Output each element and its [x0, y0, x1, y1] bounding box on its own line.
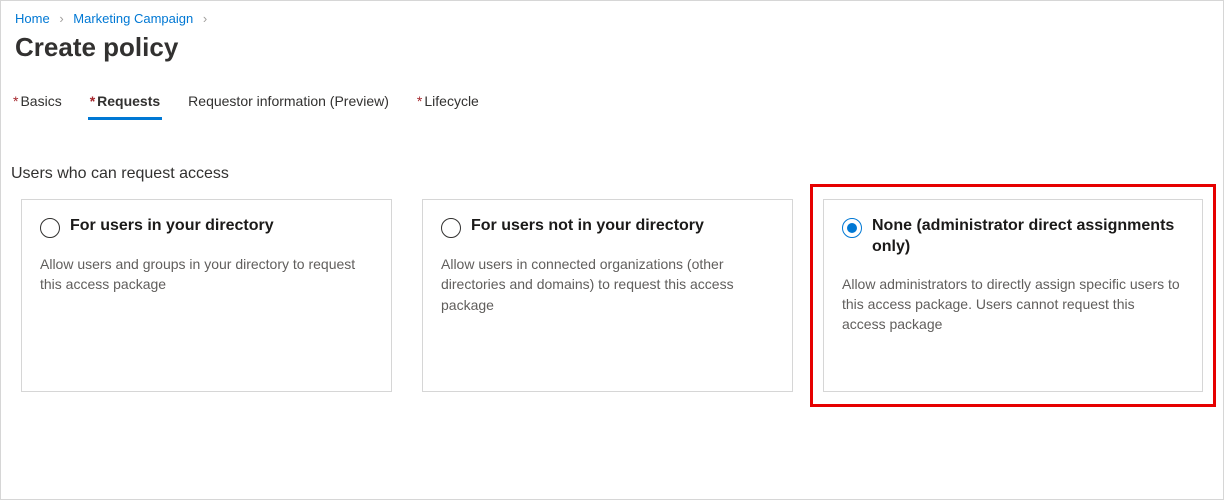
card-title: None (administrator direct assignments o…: [872, 216, 1182, 258]
breadcrumb-home[interactable]: Home: [15, 11, 50, 26]
required-indicator: *: [13, 93, 18, 109]
chevron-right-icon: ›: [197, 11, 213, 26]
tab-label: Lifecycle: [424, 93, 478, 109]
required-indicator: *: [90, 93, 95, 109]
breadcrumb-marketing-campaign[interactable]: Marketing Campaign: [73, 11, 193, 26]
card-description: Allow users in connected organizations (…: [441, 254, 772, 315]
card-description: Allow users and groups in your directory…: [40, 254, 371, 295]
card-description: Allow administrators to directly assign …: [842, 274, 1182, 335]
card-title: For users not in your directory: [471, 216, 704, 237]
card-users-in-directory[interactable]: For users in your directory Allow users …: [21, 199, 392, 392]
tab-label: Requestor information (Preview): [188, 93, 389, 109]
tab-requestor-information[interactable]: Requestor information (Preview): [186, 91, 391, 117]
card-title: For users in your directory: [70, 216, 274, 237]
card-header: For users in your directory: [40, 216, 371, 238]
highlight-box: None (administrator direct assignments o…: [810, 184, 1216, 407]
radio-card-group: For users in your directory Allow users …: [1, 199, 1223, 392]
page-title: Create policy: [1, 30, 1223, 91]
tab-requests[interactable]: *Requests: [88, 91, 162, 117]
tab-basics[interactable]: *Basics: [11, 91, 64, 117]
tab-label: Basics: [20, 93, 61, 109]
chevron-right-icon: ›: [53, 11, 69, 26]
card-header: None (administrator direct assignments o…: [842, 216, 1182, 258]
radio-button[interactable]: [842, 218, 862, 238]
card-none-admin-direct[interactable]: None (administrator direct assignments o…: [823, 199, 1203, 392]
tab-lifecycle[interactable]: *Lifecycle: [415, 91, 481, 117]
radio-button[interactable]: [40, 218, 60, 238]
tabs: *Basics *Requests Requestor information …: [1, 91, 1223, 117]
tab-label: Requests: [97, 93, 160, 109]
card-users-not-in-directory[interactable]: For users not in your directory Allow us…: [422, 199, 793, 392]
required-indicator: *: [417, 93, 422, 109]
radio-button[interactable]: [441, 218, 461, 238]
breadcrumb: Home › Marketing Campaign ›: [1, 1, 1223, 30]
card-header: For users not in your directory: [441, 216, 772, 238]
